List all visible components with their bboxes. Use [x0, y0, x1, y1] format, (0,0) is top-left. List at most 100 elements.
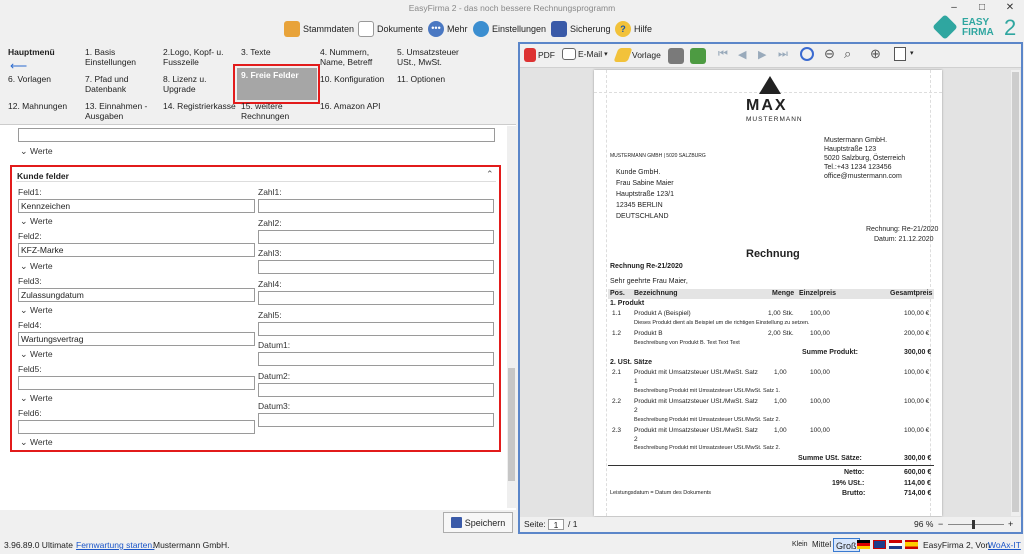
- flag-es-icon[interactable]: [905, 540, 918, 549]
- nav-logo[interactable]: 2.Logo, Kopf- u. Fusszeile: [163, 47, 235, 67]
- print-settings-icon[interactable]: [690, 48, 706, 64]
- feld4-input[interactable]: Wartungsvertrag: [18, 332, 255, 346]
- feld3-input[interactable]: Zulassungdatum: [18, 288, 255, 302]
- size-gross[interactable]: Groß: [833, 538, 860, 552]
- prev-page-icon[interactable]: ◀: [738, 48, 746, 61]
- feld3-werte[interactable]: Werte: [20, 305, 53, 316]
- vorlage-button[interactable]: Vorlage: [613, 48, 661, 62]
- zoom-slider[interactable]: [948, 524, 1004, 525]
- feld5-werte[interactable]: Werte: [20, 393, 53, 404]
- zahl4-input[interactable]: [258, 291, 494, 305]
- zahl5-input[interactable]: [258, 322, 494, 336]
- hilfe-label: Hilfe: [634, 24, 653, 34]
- nav-basis[interactable]: 1. Basis Einstellungen: [85, 47, 155, 67]
- close-button[interactable]: ✕: [996, 0, 1024, 16]
- pdf-button[interactable]: PDF: [524, 48, 555, 62]
- nav-mahnungen[interactable]: 12. Mahnungen: [8, 101, 67, 111]
- dokumente-button[interactable]: Dokumente: [358, 20, 423, 38]
- ust-value: 114,00 €: [904, 480, 931, 487]
- page-number-input[interactable]: 1: [548, 519, 564, 530]
- einstellungen-button[interactable]: Einstellungen: [473, 20, 546, 38]
- minimize-button[interactable]: –: [940, 0, 968, 16]
- row-einzelpreis: 100,00: [810, 398, 830, 405]
- speichern-button[interactable]: Speichern: [443, 512, 513, 533]
- nav-pfad[interactable]: 7. Pfad und Datenbank: [85, 74, 145, 94]
- zoom-in-icon[interactable]: ⊕: [870, 46, 881, 62]
- datum2-input[interactable]: [258, 383, 494, 397]
- nav-texte[interactable]: 3. Texte: [241, 47, 271, 57]
- navigate-icon[interactable]: [800, 47, 814, 61]
- nav-konfiguration[interactable]: 10. Konfiguration: [320, 74, 384, 84]
- nav-nummern[interactable]: 4. Nummern, Name, Betreff: [320, 47, 388, 67]
- feld2-input[interactable]: KFZ-Marke: [18, 243, 255, 257]
- nav-einnahmen[interactable]: 13. Einnahmen - Ausgaben: [85, 101, 155, 121]
- recipient-line: Frau Sabine Maier: [616, 180, 674, 187]
- size-klein[interactable]: Klein: [792, 536, 808, 554]
- form-scrollbar-thumb[interactable]: [508, 368, 515, 481]
- collapse-chevron-icon[interactable]: ⌃: [486, 169, 494, 180]
- nav-amazon-api[interactable]: 16. Amazon API: [320, 101, 380, 111]
- page-setup-icon[interactable]: [894, 47, 906, 61]
- feld6-input[interactable]: [18, 420, 255, 434]
- zahl2-input[interactable]: [258, 230, 494, 244]
- maximize-button[interactable]: □: [968, 0, 996, 16]
- feld5-input[interactable]: [18, 376, 255, 390]
- hilfe-button[interactable]: ? Hilfe: [615, 20, 652, 38]
- email-button[interactable]: E-Mail ▾: [562, 48, 608, 60]
- row-menge: 1,00: [774, 427, 787, 434]
- nav-weitere-rechnungen[interactable]: 15. weitere Rechnungen: [241, 101, 301, 121]
- section-ust: 2. USt. Sätze: [610, 359, 653, 366]
- woax-link[interactable]: WoAx-IT: [988, 536, 1021, 554]
- stammdaten-button[interactable]: Stammdaten: [284, 20, 354, 38]
- row-gesamtpreis: 200,00 €: [904, 330, 930, 337]
- flag-uk-icon[interactable]: [873, 540, 886, 549]
- summe-produkt-label: Summe Produkt:: [802, 349, 859, 356]
- zoom-minus-icon[interactable]: −: [938, 517, 943, 532]
- datum1-input[interactable]: [258, 352, 494, 366]
- feld1-input[interactable]: Kennzeichen: [18, 199, 255, 213]
- zahl1-input[interactable]: [258, 199, 494, 213]
- feld1-werte[interactable]: Werte: [20, 216, 53, 227]
- nav-optionen[interactable]: 11. Optionen: [397, 74, 445, 84]
- feld2-werte[interactable]: Werte: [20, 261, 53, 272]
- recipient-line: 12345 BERLIN: [616, 202, 663, 209]
- feld4-werte[interactable]: Werte: [20, 349, 53, 360]
- werte-expander[interactable]: Werte: [20, 146, 53, 157]
- last-page-icon[interactable]: ⏭: [778, 48, 788, 61]
- flag-hr-icon[interactable]: [889, 540, 902, 549]
- nav-registrierkasse[interactable]: 14. Registrierkasse: [163, 101, 236, 111]
- prev-feld-input[interactable]: [18, 128, 495, 142]
- nav-vorlagen[interactable]: 6. Vorlagen: [8, 74, 51, 84]
- feld6-werte[interactable]: Werte: [20, 437, 53, 448]
- sender-line: office@mustermann.com: [824, 173, 902, 180]
- back-arrow-icon[interactable]: ⟵: [10, 59, 27, 73]
- zahl3-input[interactable]: [258, 260, 494, 274]
- easyfirma-logo: EASY FIRMA 2: [932, 14, 1022, 42]
- next-page-icon[interactable]: ▶: [758, 48, 766, 61]
- zoom-plus-icon[interactable]: +: [1008, 517, 1013, 532]
- page-setup-dropdown-icon[interactable]: ▾: [910, 49, 914, 57]
- nav-umsatzsteuer[interactable]: 5. Umsatzsteuer USt., MwSt.: [397, 47, 475, 67]
- size-mittel[interactable]: Mittel: [812, 536, 831, 554]
- col-menge: Menge: [772, 290, 795, 297]
- zoom-out-icon[interactable]: ⊖: [824, 46, 835, 62]
- recipient-line: Kunde GmbH.: [616, 169, 661, 176]
- mehr-button[interactable]: ••• Mehr: [428, 20, 468, 38]
- print-icon[interactable]: [668, 48, 684, 64]
- sicherung-button[interactable]: Sicherung: [551, 20, 611, 38]
- hauptmenu-link[interactable]: Hauptmenü: [8, 47, 55, 57]
- row-name-cont: 1: [634, 378, 638, 385]
- first-page-icon[interactable]: ⏮: [718, 48, 728, 61]
- fernwartung-link[interactable]: Fernwartung starten.: [76, 536, 154, 554]
- col-gesamtpreis: Gesamtpreis: [890, 290, 933, 297]
- zoom-icon[interactable]: ⌕: [844, 46, 851, 62]
- row-menge: 1,00: [774, 369, 787, 376]
- zoom-slider-handle[interactable]: [972, 520, 975, 529]
- datum3-input[interactable]: [258, 413, 494, 427]
- vorlage-label: Vorlage: [632, 50, 661, 60]
- flag-de-icon[interactable]: [857, 540, 870, 549]
- mustermann-logo-icon: [759, 76, 781, 96]
- preview-scrollbar-thumb[interactable]: [1012, 72, 1019, 512]
- nav-lizenz[interactable]: 8. Lizenz u. Upgrade: [163, 74, 223, 94]
- envelope-icon: [562, 48, 576, 60]
